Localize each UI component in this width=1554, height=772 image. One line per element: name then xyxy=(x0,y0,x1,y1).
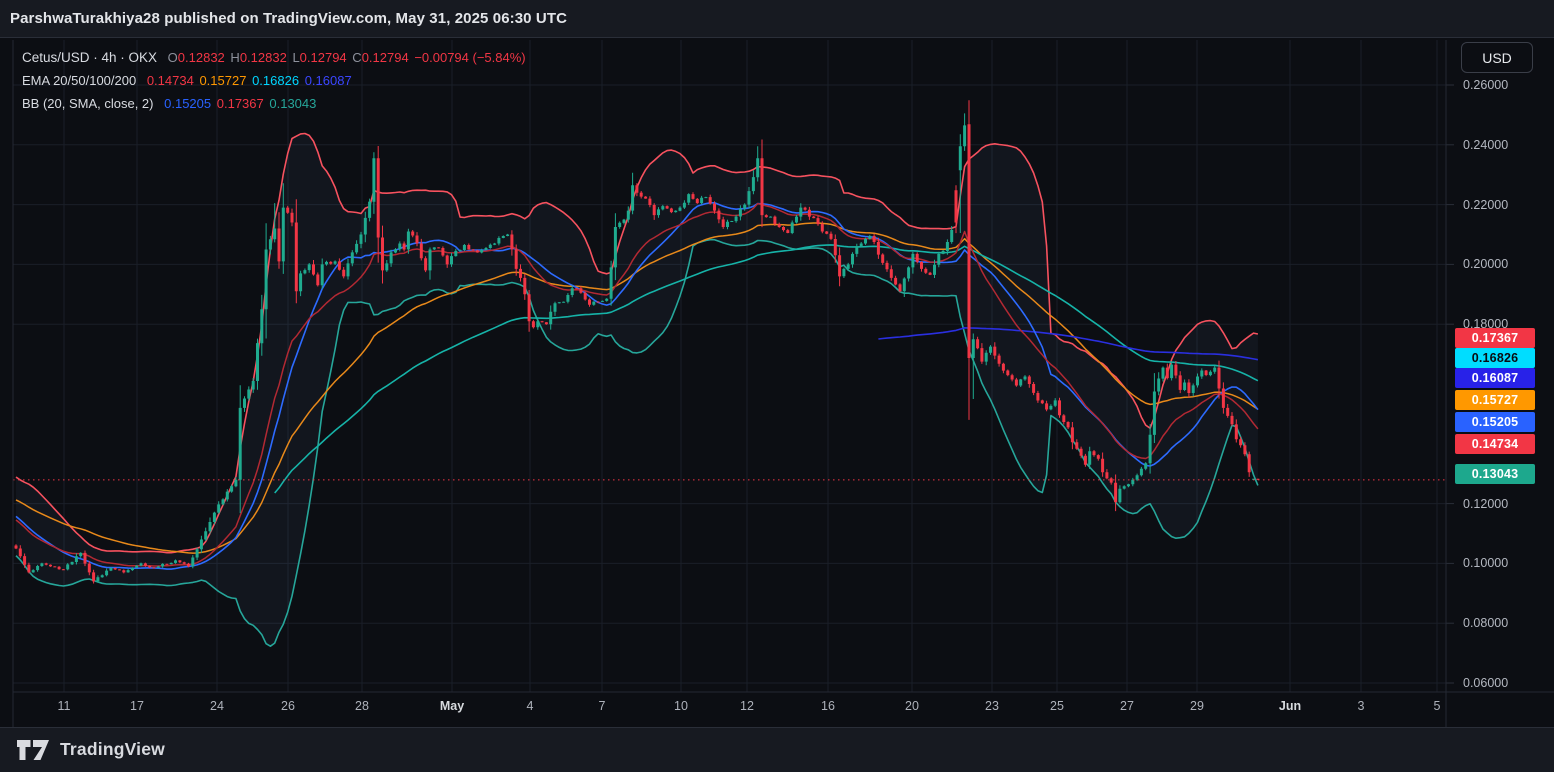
ema200-value: 0.16087 xyxy=(305,73,352,88)
open-label: O xyxy=(168,50,178,65)
time-tick-label: 27 xyxy=(1120,699,1134,713)
time-tick-label: 23 xyxy=(985,699,999,713)
legend-symbol-row[interactable]: Cetus/USD · 4h · OKX O0.12832 H0.12832 L… xyxy=(22,46,528,69)
price-tick-label: 0.06000 xyxy=(1463,676,1508,690)
ema100-value: 0.16826 xyxy=(252,73,299,88)
symbol-title: Cetus/USD · 4h · OKX xyxy=(22,50,157,65)
time-tick-label: May xyxy=(440,699,464,713)
bb-label: BB (20, SMA, close, 2) xyxy=(22,96,154,111)
chart-legend: Cetus/USD · 4h · OKX O0.12832 H0.12832 L… xyxy=(22,46,528,115)
time-tick-label: 7 xyxy=(599,699,606,713)
bb-basis-value: 0.15205 xyxy=(164,96,211,111)
open-value: 0.12832 xyxy=(178,50,225,65)
tradingview-snapshot: ParshwaTurakhiya28 published on TradingV… xyxy=(0,0,1554,772)
bb-upper-value: 0.17367 xyxy=(217,96,264,111)
snapshot-header: ParshwaTurakhiya28 published on TradingV… xyxy=(0,0,1554,38)
snapshot-title: ParshwaTurakhiya28 published on TradingV… xyxy=(10,10,567,27)
time-tick-label: 10 xyxy=(674,699,688,713)
price-tick-label: 0.26000 xyxy=(1463,78,1508,92)
time-tick-label: 24 xyxy=(210,699,224,713)
currency-button[interactable]: USD xyxy=(1461,42,1533,73)
price-label-chip: 0.15727 xyxy=(1455,390,1535,410)
time-tick-label: 28 xyxy=(355,699,369,713)
high-value: 0.12832 xyxy=(240,50,287,65)
time-tick-label: 17 xyxy=(130,699,144,713)
price-tick-label: 0.10000 xyxy=(1463,556,1508,570)
time-tick-label: 11 xyxy=(58,699,71,713)
time-tick-label: 20 xyxy=(905,699,919,713)
legend-ema-row[interactable]: EMA 20/50/100/200 0.14734 0.15727 0.1682… xyxy=(22,69,528,92)
time-axis[interactable]: 11 17 24 26 28 May 4 7 10 12 16 20 23 25 27 29 Jun 3 5 xyxy=(0,692,1554,727)
price-label-chip: 0.14734 xyxy=(1455,434,1535,454)
legend-bb-row[interactable]: BB (20, SMA, close, 2) 0.15205 0.17367 0… xyxy=(22,92,528,115)
tradingview-logo-icon xyxy=(17,740,51,760)
low-label: L xyxy=(292,50,299,65)
time-tick-label: 26 xyxy=(281,699,295,713)
high-label: H xyxy=(230,50,239,65)
ema-label: EMA 20/50/100/200 xyxy=(22,73,136,88)
tradingview-logo[interactable]: TradingView xyxy=(17,739,165,760)
price-label-chip: 0.15205 xyxy=(1455,412,1535,432)
price-tick-label: 0.22000 xyxy=(1463,198,1508,212)
tradingview-wordmark: TradingView xyxy=(60,739,165,760)
price-label-chip: 0.17367 xyxy=(1455,328,1535,348)
price-tick-label: 0.24000 xyxy=(1463,138,1508,152)
bb-lower-value: 0.13043 xyxy=(269,96,316,111)
low-value: 0.12794 xyxy=(300,50,347,65)
time-tick-label: 25 xyxy=(1050,699,1064,713)
time-tick-label: 5 xyxy=(1434,699,1441,713)
price-axis[interactable]: USD 0.260000.240000.220000.200000.180000… xyxy=(1446,39,1554,727)
time-tick-label: 29 xyxy=(1190,699,1204,713)
price-tick-label: 0.20000 xyxy=(1463,257,1508,271)
change-value: −0.00794 (−5.84%) xyxy=(414,50,525,65)
price-label-chip: 0.16826 xyxy=(1455,348,1535,368)
price-tick-label: 0.08000 xyxy=(1463,616,1508,630)
time-tick-label: 4 xyxy=(527,699,534,713)
time-tick-label: 12 xyxy=(740,699,754,713)
price-tick-label: 0.12000 xyxy=(1463,497,1508,511)
time-tick-label: Jun xyxy=(1279,699,1301,713)
ema50-value: 0.15727 xyxy=(199,73,246,88)
footer-bar: TradingView xyxy=(0,727,1554,772)
time-tick-label: 16 xyxy=(821,699,835,713)
close-value: 0.12794 xyxy=(362,50,409,65)
price-label-chip: 0.16087 xyxy=(1455,368,1535,388)
ema20-value: 0.14734 xyxy=(147,73,194,88)
time-tick-label: 3 xyxy=(1358,699,1365,713)
chart-canvas[interactable] xyxy=(0,0,1554,772)
price-label-chip: 0.13043 xyxy=(1455,464,1535,484)
close-label: C xyxy=(352,50,361,65)
